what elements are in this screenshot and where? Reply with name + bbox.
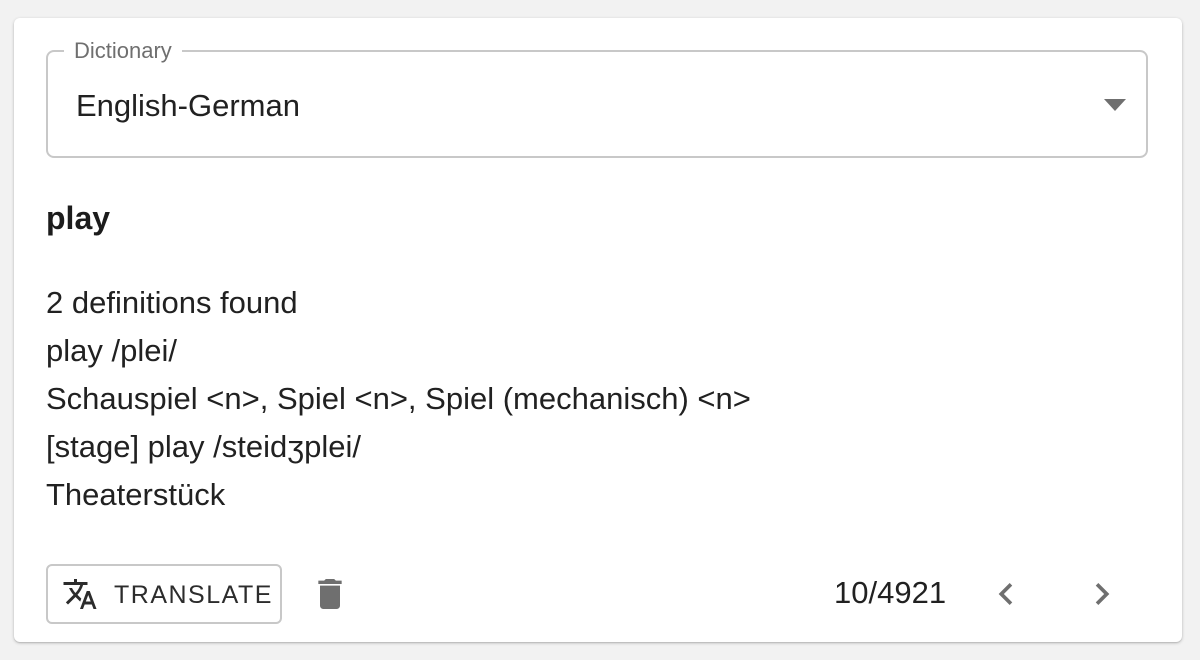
dictionary-card: Dictionary English-German play 2 definit… (14, 18, 1182, 642)
dictionary-select[interactable]: Dictionary English-German (46, 38, 1148, 158)
page-indicator: 10/4921 (834, 575, 947, 610)
definition-line: play /plei/ (46, 333, 177, 368)
dictionary-select-value[interactable]: English-German (76, 88, 300, 124)
translate-icon (63, 579, 97, 609)
translate-button-label: TRANSLATE (114, 581, 273, 609)
definition-line: [stage] play /steidʒplei/ (46, 429, 362, 464)
definition-line: Schauspiel <n>, Spiel <n>, Spiel (mechan… (46, 381, 751, 416)
dictionary-select-label: Dictionary (64, 38, 182, 64)
delete-icon[interactable] (310, 572, 350, 616)
dropdown-arrow-icon[interactable] (1102, 98, 1128, 112)
chevron-left-icon[interactable] (984, 572, 1028, 616)
translate-button[interactable]: TRANSLATE (46, 564, 282, 624)
definition-list: 2 definitions found play /plei/ Schauspi… (46, 279, 751, 519)
entry-word: play (46, 200, 111, 236)
chevron-right-icon[interactable] (1080, 572, 1124, 616)
definition-line: 2 definitions found (46, 285, 298, 320)
definition-line: Theaterstück (46, 477, 226, 512)
